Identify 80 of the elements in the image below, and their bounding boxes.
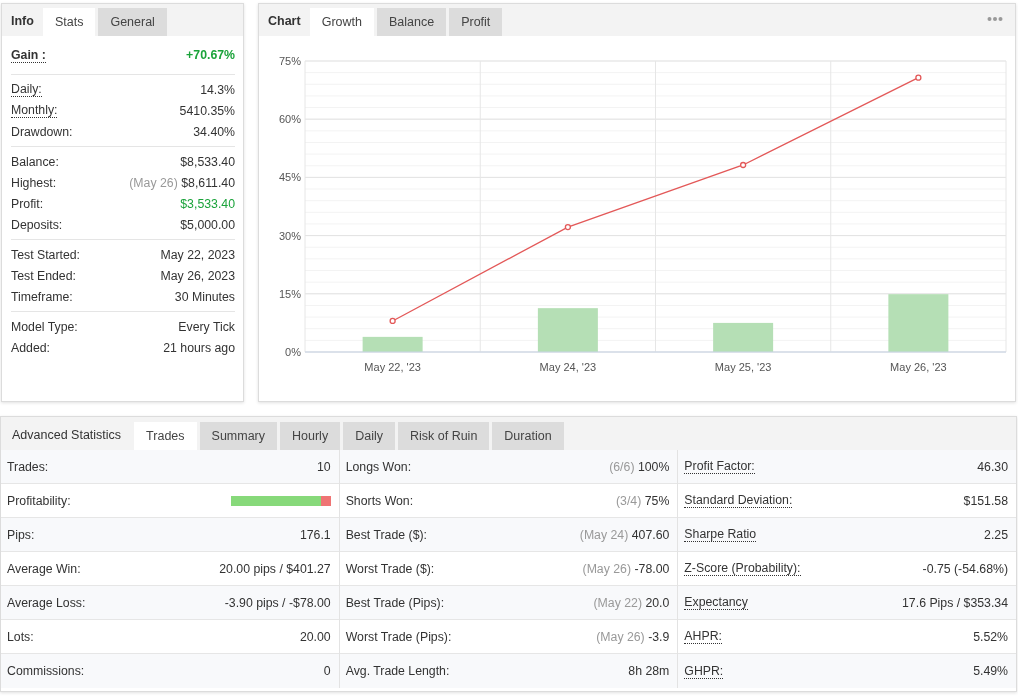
- stat-value: $5,000.00: [180, 217, 235, 232]
- stat-label: Highest:: [11, 175, 57, 190]
- stat-label: Best Trade ($):: [345, 527, 427, 542]
- stat-label: Profit:: [11, 196, 44, 211]
- stat-value: May 22, 2023: [160, 247, 235, 262]
- stat-label: Test Ended:: [11, 268, 76, 283]
- y-axis-label: 30%: [278, 229, 301, 242]
- y-axis-label: 0%: [285, 346, 301, 358]
- stat-value: (6/6) 100%: [609, 459, 670, 474]
- stat-value: 17.6 Pips / $353.34: [902, 595, 1008, 610]
- stat-value: $8,533.40: [180, 154, 235, 169]
- stat-value: $3,533.40: [180, 196, 235, 211]
- stat-label: Pips:: [7, 527, 35, 542]
- stat-label: Expectancy: [684, 595, 748, 610]
- stat-value: (May 26) -3.9: [596, 629, 670, 644]
- y-axis-label: 45%: [278, 171, 301, 184]
- stat-label: Longs Won:: [345, 459, 412, 474]
- stat-value: -0.75 (-54.68%): [922, 561, 1008, 576]
- stat-label: Worst Trade (Pips):: [345, 629, 452, 644]
- stat-value: 14.3%: [200, 82, 235, 97]
- stat-label: Profit Factor:: [684, 459, 755, 474]
- stat-label: Average Win:: [7, 561, 81, 576]
- stat-value: 20.00 pips / $401.27: [219, 561, 331, 576]
- stat-label: AHPR:: [684, 629, 722, 644]
- stat-value: Every Tick: [178, 319, 235, 334]
- stat-value: (May 24) 407.60: [579, 527, 670, 542]
- stat-label: Monthly:: [11, 103, 58, 118]
- stat-label: Shorts Won:: [345, 493, 414, 508]
- stat-label: Gain :: [11, 47, 46, 63]
- stat-value: 21 hours ago: [163, 340, 235, 355]
- stat-value: 0: [323, 664, 331, 678]
- stat-value: 34.40%: [193, 124, 235, 139]
- stat-value: 10: [317, 459, 331, 474]
- stat-value: +70.67%: [186, 48, 235, 62]
- stat-label: Model Type:: [11, 319, 78, 334]
- y-axis-label: 75%: [278, 55, 301, 67]
- x-axis-label: May 25, '23: [714, 361, 772, 373]
- panel-title: Advanced Statistics: [11, 428, 123, 444]
- stat-value: 20.00: [299, 629, 331, 644]
- stat-label: Timeframe:: [11, 289, 73, 304]
- stat-label: Test Started:: [11, 247, 81, 262]
- stat-label: Commissions:: [7, 664, 85, 678]
- stat-value: 2.25: [984, 527, 1008, 542]
- stat-value: 5.52%: [973, 629, 1008, 644]
- x-axis-label: May 22, '23: [364, 361, 421, 373]
- stat-value: (May 26) -78.00: [582, 561, 670, 576]
- stat-label: Lots:: [7, 629, 34, 644]
- stat-value: 5.49%: [973, 664, 1008, 678]
- stat-label: Avg. Trade Length:: [345, 664, 450, 678]
- stat-value: 46.30: [977, 459, 1008, 474]
- stat-value: 30 Minutes: [174, 289, 235, 304]
- stat-value: -3.90 pips / -$78.00: [224, 595, 331, 610]
- stat-value: 8h 28m: [628, 664, 670, 678]
- stat-label: GHPR:: [684, 663, 724, 679]
- stat-label: Z-Score (Probability):: [684, 561, 801, 576]
- stat-value: May 26, 2023: [160, 268, 235, 283]
- stat-value: (May 26) $8,611.40: [129, 175, 235, 190]
- stat-label: Added:: [11, 340, 50, 355]
- stat-value: $151.58: [963, 493, 1008, 508]
- stat-value: 176.1: [299, 527, 331, 542]
- stat-label: Profitability:: [7, 493, 71, 508]
- panel-title: Info: [10, 14, 35, 30]
- stat-value: 5410.35%: [179, 103, 235, 118]
- stat-label: Best Trade (Pips):: [345, 595, 445, 610]
- stat-value: (3/4) 75%: [616, 493, 670, 508]
- stat-value: (May 22) 20.0: [593, 595, 670, 610]
- y-axis-label: 15%: [278, 287, 301, 300]
- stat-label: Standard Deviation:: [684, 493, 793, 508]
- stat-label: Daily:: [11, 82, 42, 97]
- stat-label: Balance:: [11, 154, 59, 169]
- stat-label: Deposits:: [11, 217, 63, 232]
- x-axis-label: May 24, '23: [539, 361, 597, 373]
- y-axis-label: 60%: [278, 113, 301, 126]
- stat-label: Drawdown:: [11, 124, 73, 139]
- stat-label: Worst Trade ($):: [345, 561, 435, 576]
- stat-label: Trades:: [7, 459, 49, 474]
- stat-label: Sharpe Ratio: [684, 527, 757, 542]
- x-axis-label: May 26, '23: [890, 361, 947, 373]
- panel-title: Chart: [267, 14, 302, 30]
- stat-label: Average Loss:: [7, 595, 86, 610]
